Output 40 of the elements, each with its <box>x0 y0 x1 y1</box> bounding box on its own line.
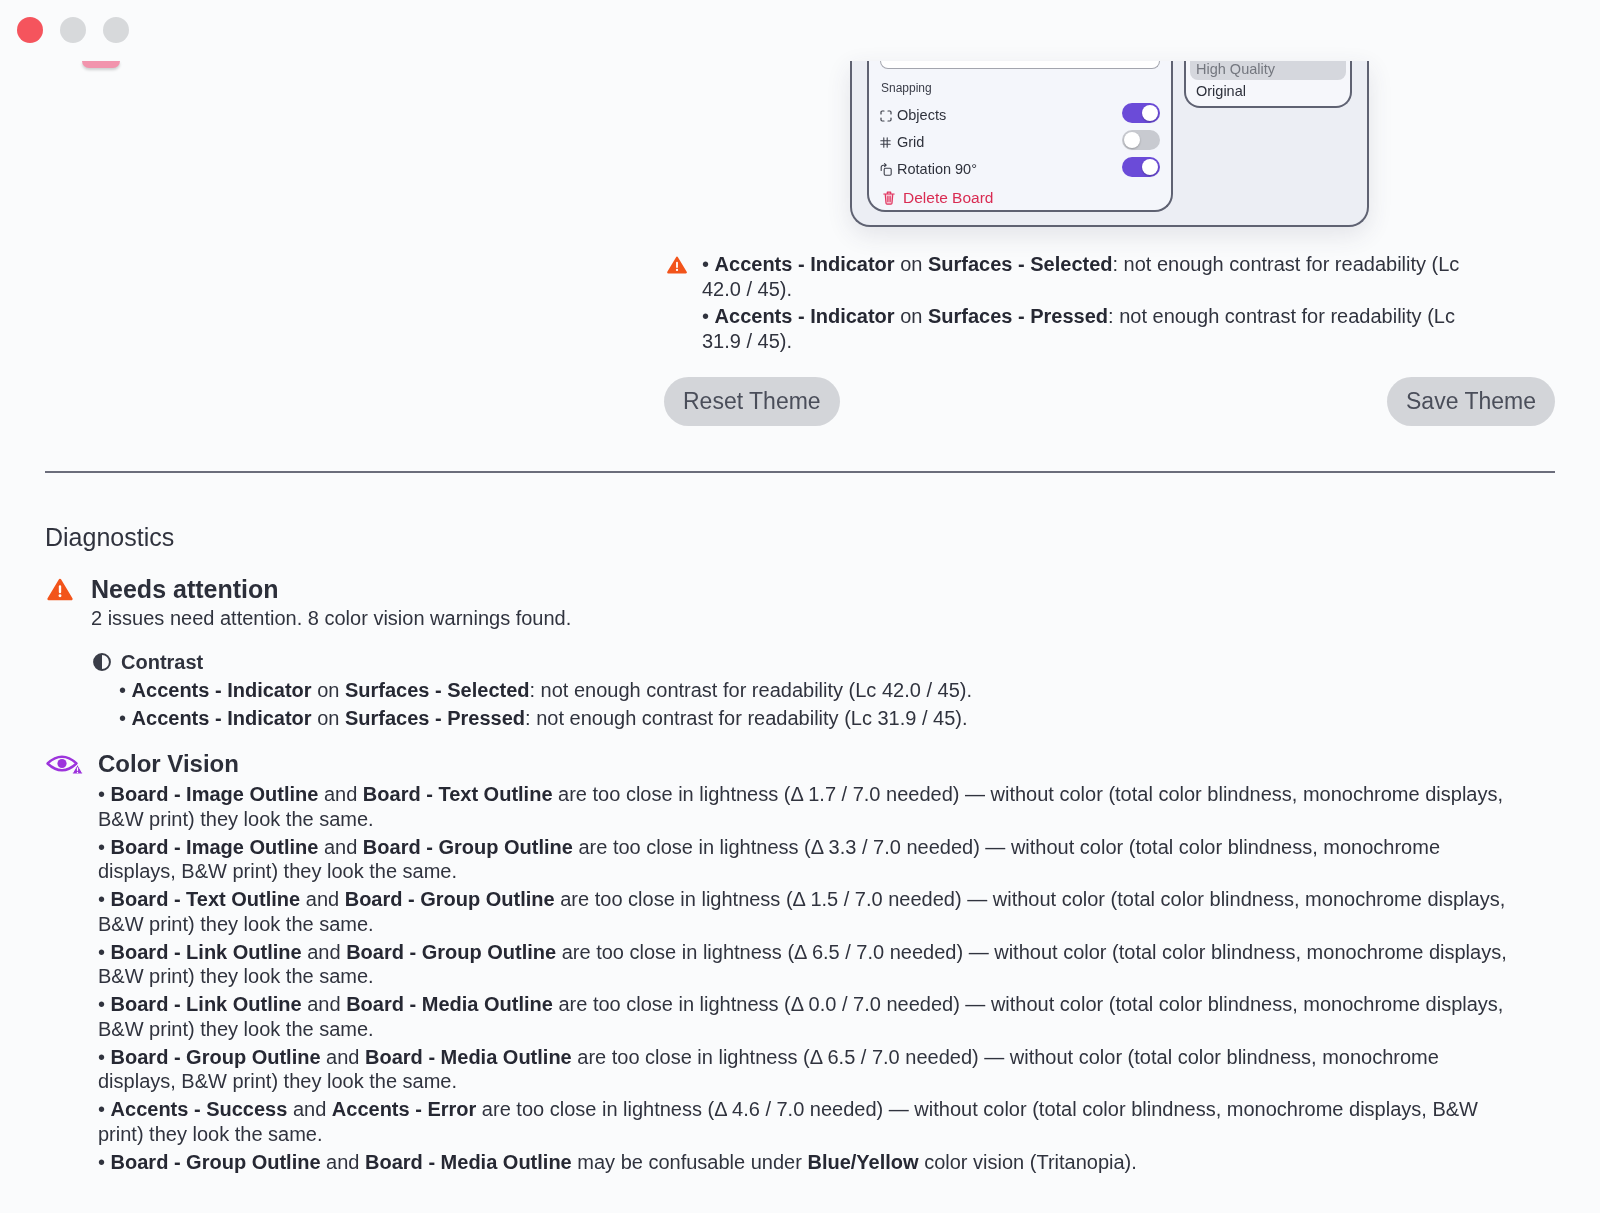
issue-text: • Board - Text Outline and Board - Group Outline are too close in lightness (Δ 1.5 / 7.0 needed) — without color (total color blindness, monochrome displays, B&W print) they look the same. <box>98 887 1507 936</box>
issue-text: • Board - Link Outline and Board - Media Outline are too close in lightness (Δ 0.0 / 7.0 needed) — without color (total color blindness, monochrome displays, B&W print) they look the same. <box>98 992 1505 1041</box>
section-title: Color Vision <box>98 749 239 779</box>
menu-option[interactable]: High Quality <box>1190 61 1346 80</box>
status-title: Needs attention <box>91 574 279 604</box>
save-button[interactable]: Save Theme <box>1387 377 1555 426</box>
close-button[interactable] <box>17 17 43 43</box>
warning-text: • Accents - Indicator on Surfaces - Selected: not enough contrast for readability (Lc 42.0 / 45). <box>702 252 1461 301</box>
issue-text: • Board - Group Outline and Board - Media Outline are too close in lightness (Δ 6.5 / 7.0 needed) — without color (total color blindness, monochrome displays, B&W print) they look the same. <box>98 1044 1440 1094</box>
issue-text: • Board - Group Outline and Board - Media Outline may be confusable under Blue/Yellow color vision (Tritanopia). <box>98 1149 1138 1174</box>
section-label: Snapping <box>881 81 932 95</box>
issue-text: • Board - Image Outline and Board - Text Outline are too close in lightness (Δ 1.7 / 7.0 needed) — without color (total color blindness, monochrome displays, B&W print) they look the same. <box>98 782 1505 831</box>
issue-text: • Accents - Indicator on Surfaces - Selected: not enough contrast for readability (Lc 42.0 / 45). <box>119 677 973 702</box>
contrast-icon <box>93 652 111 671</box>
rotate-icon <box>880 163 892 176</box>
issue-text: • Board - Link Outline and Board - Group Outline are too close in lightness (Δ 6.5 / 7.0 needed) — without color (total color blindness, monochrome displays, B&W print) they look the same. <box>98 939 1508 989</box>
option-label: Grid <box>897 134 925 151</box>
reset-button[interactable]: Reset Theme <box>664 377 840 426</box>
delete-button[interactable]: Delete Board <box>883 188 994 207</box>
option-label: Rotation 90° <box>897 161 977 178</box>
section-heading: Diagnostics <box>45 523 175 551</box>
clipped-bar <box>82 61 120 68</box>
toggle-switch[interactable] <box>1122 157 1160 177</box>
warning-icon <box>47 577 73 601</box>
warning-icon <box>667 256 687 274</box>
warning-text: • Accents - Indicator on Surfaces - Pressed: not enough contrast for readability (Lc 31.9 / 45). <box>702 304 1456 353</box>
issue-text: • Accents - Indicator on Surfaces - Pressed: not enough contrast for readability (Lc 31.9 / 45). <box>119 705 969 730</box>
eye-warning-icon <box>46 753 84 775</box>
dashed-frame-icon <box>880 109 892 122</box>
toggle-switch[interactable] <box>1122 103 1160 123</box>
menu-option[interactable]: Original <box>1190 80 1346 102</box>
trash-icon <box>883 190 895 205</box>
section-title: Contrast <box>121 649 204 675</box>
issue-text: • Board - Image Outline and Board - Group Outline are too close in lightness (Δ 3.3 / 7.0 needed) — without color (total color blindness, monochrome displays, B&W print) they look the same. <box>98 834 1441 884</box>
toggle-switch[interactable] <box>1122 130 1160 150</box>
option-label: Objects <box>897 107 947 124</box>
hash-icon <box>880 137 891 148</box>
input-field[interactable] <box>880 61 1160 69</box>
status-summary: 2 issues need attention. 8 color vision warnings found. <box>91 606 572 631</box>
issue-text: • Accents - Success and Accents - Error are too close in lightness (Δ 4.6 / 7.0 needed) — without color (total color blindness, monochrome displays, B&W print) they look the same. <box>98 1097 1479 1146</box>
